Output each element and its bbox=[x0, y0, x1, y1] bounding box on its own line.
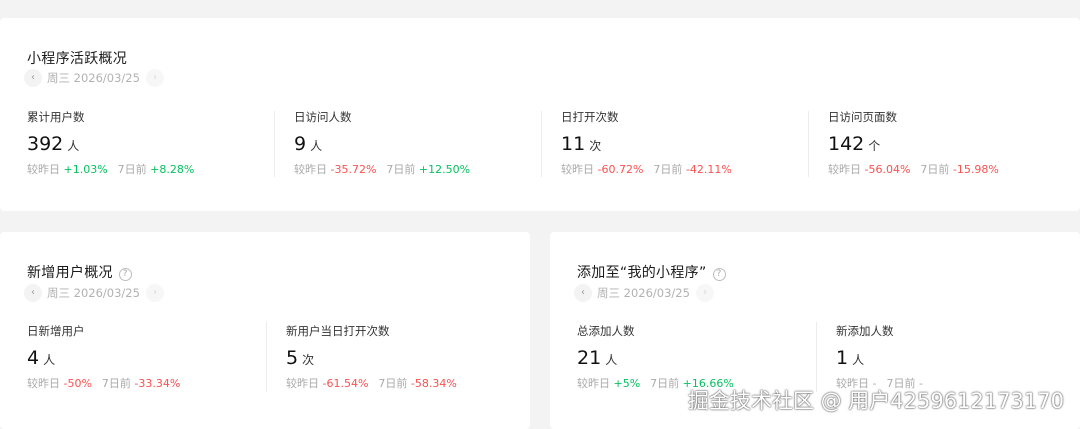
watermark: 掘金技术社区 @ 用户4259612173170 bbox=[687, 389, 1064, 413]
metric-divider bbox=[266, 322, 267, 392]
metric-compare: 较昨日 -50% 7日前 -33.34% bbox=[27, 377, 181, 390]
activity-overview-card: 小程序活跃概况 ‹ 周三 2026/03/25 › 累计用户数 392 人 较昨日… bbox=[0, 18, 1080, 211]
next-day-icon[interactable]: › bbox=[145, 284, 164, 302]
metric-label: 新用户当日打开次数 bbox=[286, 324, 390, 338]
prev-day-icon[interactable]: ‹ bbox=[24, 69, 42, 87]
metric-label: 日打开次数 bbox=[561, 110, 619, 124]
added-date-picker: ‹ 周三 2026/03/25 › bbox=[574, 284, 714, 302]
prev-day-icon[interactable]: ‹ bbox=[24, 284, 42, 302]
metric-divider bbox=[808, 111, 809, 177]
next-day-icon[interactable]: › bbox=[695, 284, 714, 302]
help-icon[interactable]: ? bbox=[118, 268, 132, 281]
activity-date: 周三 2026/03/25 bbox=[47, 71, 140, 85]
new-users-card: 新增用户概况? ‹ 周三 2026/03/25 › 日新增用户 4人 较昨日 -… bbox=[0, 232, 530, 429]
metric-compare: 较昨日 -35.72% 7日前 +12.50% bbox=[294, 163, 471, 176]
metric-value: 1人 bbox=[836, 347, 865, 369]
metric-value: 9人 bbox=[294, 133, 323, 155]
activity-date-picker: ‹ 周三 2026/03/25 › bbox=[24, 69, 164, 87]
metric-label: 日访问人数 bbox=[294, 110, 352, 124]
added-date: 周三 2026/03/25 bbox=[597, 286, 690, 300]
metric-value: 11 次 bbox=[561, 133, 602, 155]
metric-value: 5次 bbox=[286, 347, 315, 369]
metric-compare: 较昨日 -61.54% 7日前 -58.34% bbox=[286, 377, 457, 390]
metric-compare: 较昨日 +1.03% 7日前 +8.28% bbox=[27, 163, 195, 176]
metric-label: 累计用户数 bbox=[27, 110, 85, 124]
metric-daily-visitors: 日访问人数 9人 较昨日 -35.72% 7日前 +12.50% bbox=[294, 109, 480, 177]
metric-label: 日访问页面数 bbox=[828, 110, 897, 124]
next-day-icon[interactable]: › bbox=[145, 69, 164, 87]
prev-day-icon[interactable]: ‹ bbox=[574, 284, 592, 302]
metric-total-users: 累计用户数 392 人 较昨日 +1.03% 7日前 +8.28% bbox=[27, 109, 204, 177]
metric-compare: 较昨日 -60.72% 7日前 -42.11% bbox=[561, 163, 732, 176]
metric-label: 总添加人数 bbox=[577, 324, 635, 338]
metric-divider bbox=[541, 111, 542, 177]
metric-label: 新添加人数 bbox=[836, 324, 894, 338]
metric-value: 142 个 bbox=[828, 133, 881, 155]
metric-new-added: 新添加人数 1人 较昨日 -7日前 - bbox=[836, 323, 933, 391]
new-users-date: 周三 2026/03/25 bbox=[47, 286, 140, 300]
metric-compare: 较昨日 -56.04% 7日前 -15.98% bbox=[828, 163, 999, 176]
metric-daily-new-users: 日新增用户 4人 较昨日 -50% 7日前 -33.34% bbox=[27, 323, 190, 391]
new-users-date-picker: ‹ 周三 2026/03/25 › bbox=[24, 284, 164, 302]
metric-new-user-opens: 新用户当日打开次数 5次 较昨日 -61.54% 7日前 -58.34% bbox=[286, 323, 467, 391]
metric-daily-opens: 日打开次数 11 次 较昨日 -60.72% 7日前 -42.11% bbox=[561, 109, 742, 177]
metric-value: 392 人 bbox=[27, 133, 80, 155]
metric-value: 21 人 bbox=[577, 347, 618, 369]
added-title: 添加至“我的小程序”? bbox=[577, 262, 726, 282]
metric-total-added: 总添加人数 21 人 较昨日 +5% 7日前 +16.66% bbox=[577, 323, 744, 391]
metric-divider bbox=[816, 322, 817, 392]
metric-daily-pageviews: 日访问页面数 142 个 较昨日 -56.04% 7日前 -15.98% bbox=[828, 109, 1009, 177]
metric-divider bbox=[274, 111, 275, 177]
help-icon[interactable]: ? bbox=[712, 268, 726, 281]
activity-title: 小程序活跃概况 bbox=[27, 51, 128, 67]
metric-value: 4人 bbox=[27, 347, 56, 369]
metric-label: 日新增用户 bbox=[27, 324, 85, 338]
new-users-title: 新增用户概况? bbox=[27, 262, 132, 282]
